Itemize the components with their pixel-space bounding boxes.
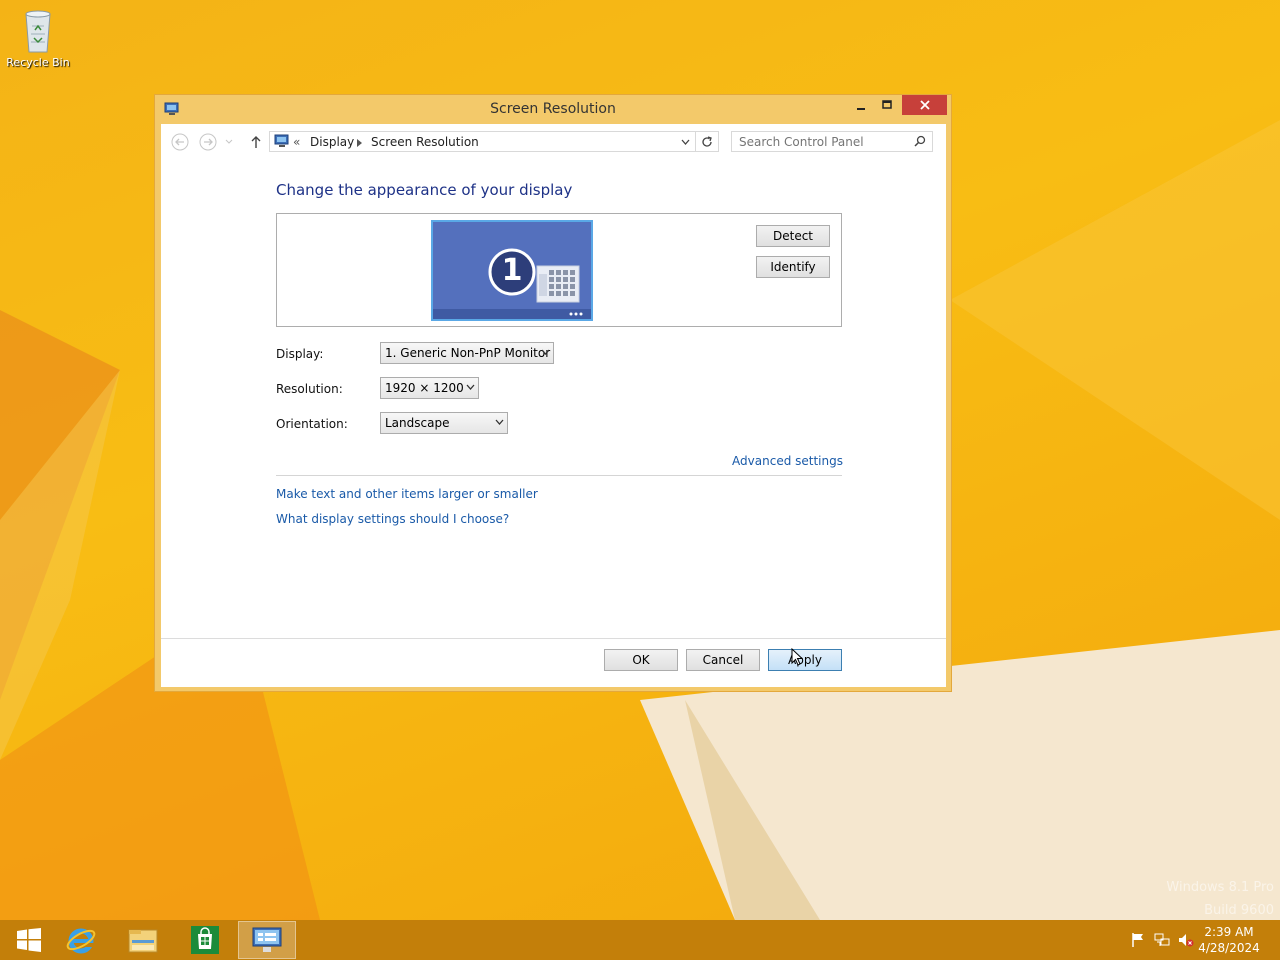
display-preview: 1 Detect Identify bbox=[276, 213, 842, 327]
resolution-select[interactable]: 1920 × 1200 bbox=[380, 377, 479, 399]
monitor-1-tile[interactable]: 1 bbox=[431, 220, 593, 321]
close-icon bbox=[919, 100, 930, 110]
footer-divider bbox=[161, 638, 946, 639]
cancel-button[interactable]: Cancel bbox=[686, 649, 760, 671]
recent-locations-button[interactable] bbox=[224, 133, 234, 151]
store-button[interactable] bbox=[176, 921, 234, 959]
file-explorer-button[interactable] bbox=[114, 921, 172, 959]
up-button[interactable] bbox=[247, 133, 265, 151]
display-select[interactable]: 1. Generic Non-PnP Monitor bbox=[380, 342, 554, 364]
page-title: Change the appearance of your display bbox=[276, 181, 573, 199]
breadcrumb-display[interactable]: Display bbox=[310, 135, 354, 149]
address-bar[interactable]: « Display Screen Resolution bbox=[269, 131, 719, 152]
orientation-select[interactable]: Landscape bbox=[380, 412, 508, 434]
taskbar bbox=[0, 920, 1280, 960]
address-dropdown-icon[interactable] bbox=[681, 139, 690, 145]
file-explorer-icon bbox=[128, 929, 158, 953]
breadcrumb-screen-resolution[interactable]: Screen Resolution bbox=[371, 135, 479, 149]
action-center-flag-icon[interactable] bbox=[1130, 932, 1146, 948]
orientation-label: Orientation: bbox=[276, 417, 348, 431]
minimize-icon bbox=[857, 108, 865, 110]
refresh-button[interactable] bbox=[695, 131, 719, 152]
maximize-icon bbox=[882, 100, 892, 109]
start-button[interactable] bbox=[0, 921, 58, 959]
window-title: Screen Resolution bbox=[490, 101, 616, 117]
breadcrumb-separator-icon[interactable] bbox=[357, 139, 362, 147]
refresh-icon bbox=[702, 135, 712, 147]
system-clock[interactable]: 2:39 AM 4/28/2024 bbox=[1194, 924, 1264, 956]
search-box[interactable] bbox=[731, 131, 933, 152]
start-icon bbox=[17, 928, 41, 952]
up-arrow-icon bbox=[251, 136, 261, 148]
watermark-edition: Windows 8.1 Pro bbox=[1166, 880, 1274, 895]
network-icon[interactable] bbox=[1154, 932, 1170, 948]
advanced-settings-link[interactable]: Advanced settings bbox=[732, 454, 843, 468]
windows-watermark: Windows 8.1 Pro Build 9600 bbox=[1166, 876, 1274, 920]
control-panel-taskbar-button[interactable] bbox=[238, 921, 296, 959]
screen-resolution-window: Screen Resolution « Display Screen Resol… bbox=[154, 94, 952, 692]
internet-explorer-icon bbox=[66, 928, 96, 954]
apply-button[interactable]: Apply bbox=[768, 649, 842, 671]
detect-button[interactable]: Detect bbox=[756, 225, 830, 247]
recycle-bin-label: Recycle Bin bbox=[6, 56, 70, 69]
orientation-select-value: Landscape bbox=[385, 416, 450, 430]
search-icon[interactable] bbox=[914, 135, 926, 147]
divider bbox=[276, 475, 842, 476]
title-bar[interactable]: Screen Resolution bbox=[155, 95, 951, 123]
clock-date: 4/28/2024 bbox=[1198, 941, 1260, 955]
ok-button[interactable]: OK bbox=[604, 649, 678, 671]
watermark-build: Build 9600 bbox=[1204, 903, 1274, 918]
resolution-label: Resolution: bbox=[276, 382, 343, 396]
chevron-down-icon bbox=[495, 419, 504, 425]
monitor-number: 1 bbox=[501, 253, 523, 288]
resolution-select-value: 1920 × 1200 bbox=[385, 381, 464, 395]
display-settings-help-link[interactable]: What display settings should I choose? bbox=[276, 512, 509, 526]
forward-button[interactable] bbox=[199, 133, 217, 151]
breadcrumb-overflow[interactable]: « bbox=[293, 135, 300, 149]
back-arrow-icon bbox=[171, 133, 189, 151]
volume-muted-icon[interactable] bbox=[1178, 932, 1194, 948]
control-panel-icon bbox=[274, 134, 289, 147]
chevron-down-icon bbox=[541, 349, 550, 355]
identify-button[interactable]: Identify bbox=[756, 256, 830, 278]
mouse-cursor-icon bbox=[791, 648, 803, 666]
display-label: Display: bbox=[276, 347, 324, 361]
recycle-bin-icon bbox=[25, 10, 51, 53]
recycle-bin[interactable]: Recycle Bin bbox=[6, 6, 70, 69]
minimize-button[interactable] bbox=[848, 95, 874, 115]
maximize-button[interactable] bbox=[874, 95, 900, 115]
display-select-value: 1. Generic Non-PnP Monitor bbox=[385, 346, 551, 360]
navigation-bar: « Display Screen Resolution bbox=[161, 124, 946, 158]
back-button[interactable] bbox=[171, 133, 189, 151]
forward-arrow-icon bbox=[199, 133, 217, 151]
internet-explorer-button[interactable] bbox=[52, 921, 110, 959]
chevron-down-icon bbox=[225, 139, 233, 144]
chevron-down-icon bbox=[466, 384, 475, 390]
control-panel-icon bbox=[252, 927, 282, 952]
clock-time: 2:39 AM bbox=[1204, 925, 1254, 939]
text-size-link[interactable]: Make text and other items larger or smal… bbox=[276, 487, 538, 501]
store-icon bbox=[191, 926, 219, 954]
close-button[interactable] bbox=[902, 95, 947, 115]
search-input[interactable] bbox=[739, 135, 904, 149]
window-client-area: « Display Screen Resolution Change the a… bbox=[161, 124, 946, 687]
